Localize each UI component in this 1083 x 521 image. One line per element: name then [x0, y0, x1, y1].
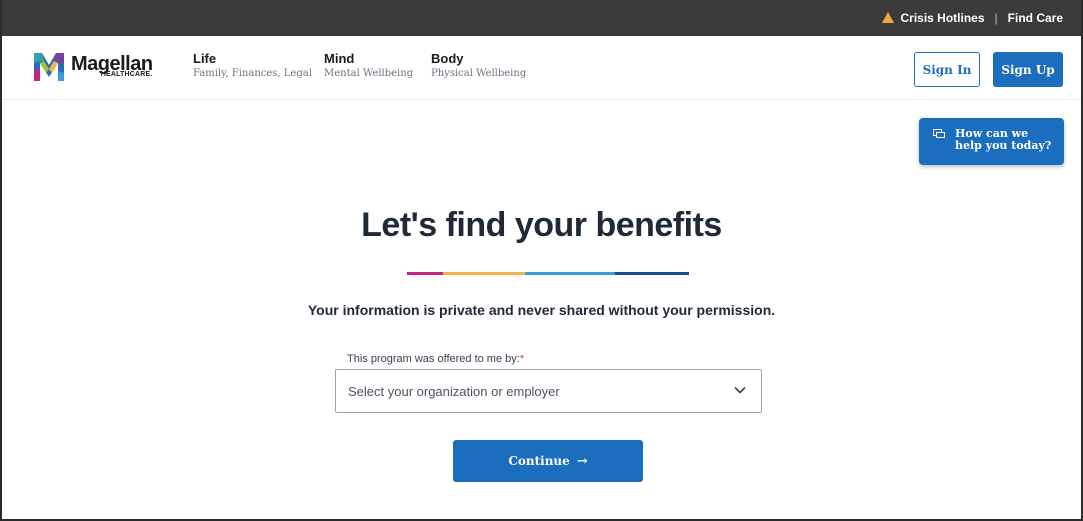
arrow-right-icon: →	[576, 453, 588, 469]
utility-bar: Crisis Hotlines | Find Care	[2, 0, 1081, 36]
select-placeholder: Select your organization or employer	[348, 383, 560, 399]
site-header: Magellan HEALTHCARE. Life Family, Financ…	[2, 36, 1081, 100]
color-divider	[407, 272, 689, 275]
continue-button[interactable]: Continue →	[453, 440, 643, 482]
crisis-hotlines-link[interactable]: Crisis Hotlines	[901, 11, 985, 25]
warning-icon	[881, 11, 894, 23]
required-marker: *	[519, 353, 525, 365]
nav-body-subtitle: Physical Wellbeing	[431, 68, 527, 79]
find-care-link[interactable]: Find Care	[1008, 11, 1063, 25]
nav-mind-title: Mind	[324, 51, 355, 66]
nav-life-title: Life	[193, 51, 217, 66]
continue-label: Continue	[508, 454, 570, 468]
divider-segment-navy	[615, 272, 689, 275]
nav-body-title: Body	[431, 51, 464, 66]
page-title: Let's find your benefits	[361, 206, 722, 244]
nav-mind[interactable]: Mind Mental Wellbeing	[324, 51, 413, 79]
divider-segment-blue	[525, 272, 615, 275]
magellan-logo[interactable]: Magellan HEALTHCARE.	[32, 49, 153, 83]
organization-select[interactable]: Select your organization or employer	[335, 369, 762, 413]
sign-in-button[interactable]: Sign In	[914, 52, 980, 87]
help-line-2: help you today?	[955, 139, 1052, 152]
page-frame: Crisis Hotlines | Find Care Magellan HEA…	[0, 0, 1083, 521]
organization-field-label: This program was offered to me by:*	[347, 353, 524, 365]
field-label-text: This program was offered to me by:	[347, 353, 520, 365]
nav-life[interactable]: Life Family, Finances, Legal	[193, 51, 312, 79]
help-chat-button[interactable]: How can we help you today?	[919, 118, 1064, 165]
divider-segment-yellow	[443, 272, 525, 275]
sign-up-button[interactable]: Sign Up	[993, 52, 1063, 87]
nav-mind-subtitle: Mental Wellbeing	[324, 68, 414, 79]
divider: |	[994, 11, 998, 25]
nav-life-subtitle: Family, Finances, Legal	[193, 68, 312, 79]
nav-body[interactable]: Body Physical Wellbeing	[431, 51, 526, 79]
magellan-m-logo-icon	[34, 53, 64, 81]
divider-segment-magenta	[407, 272, 443, 275]
chat-icon	[933, 129, 945, 138]
privacy-note: Your information is private and never sh…	[307, 302, 776, 318]
chevron-down-icon	[734, 386, 746, 394]
